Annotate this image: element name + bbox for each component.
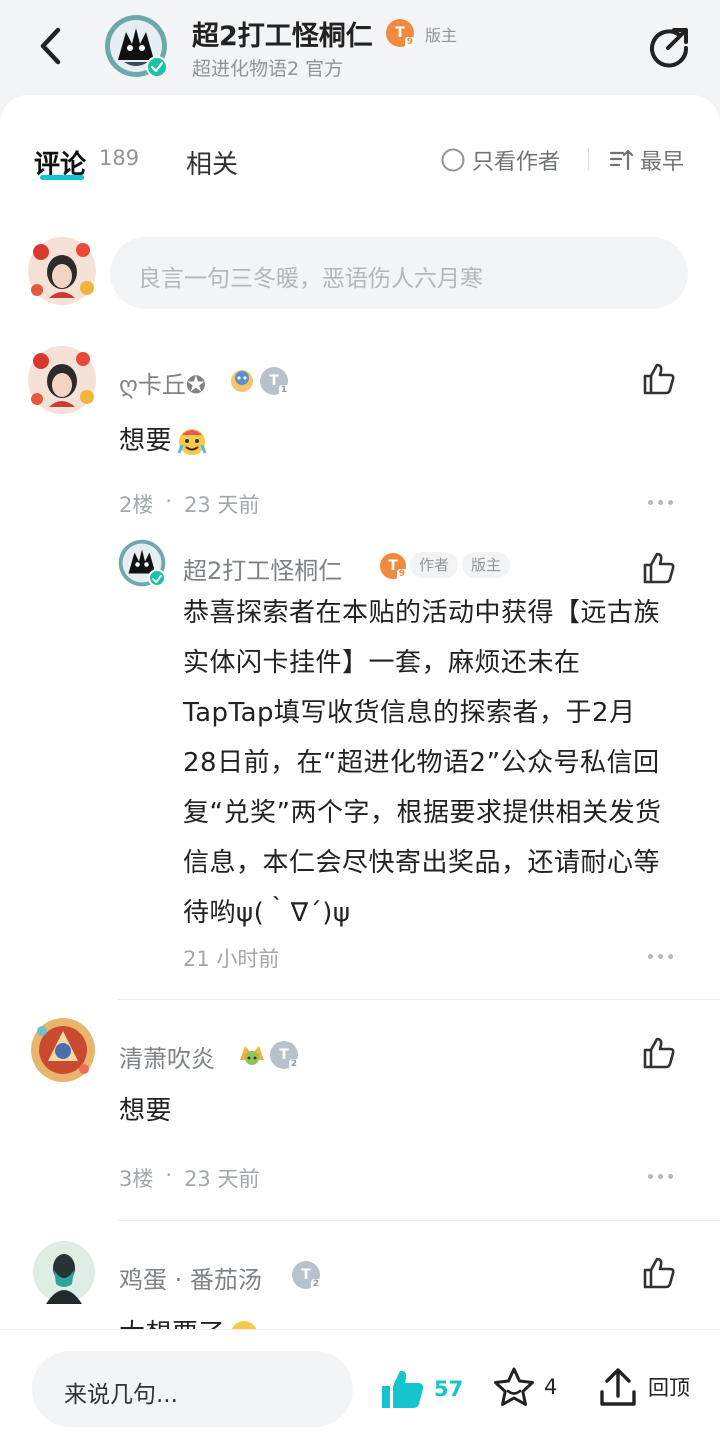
verified-badge-icon [148, 569, 166, 587]
commenter-avatar[interactable] [32, 1240, 96, 1304]
commenter-avatar[interactable] [27, 345, 97, 415]
level-badge-icon: T 2 [270, 1041, 299, 1070]
author-only-toggle[interactable]: 只看作者 [440, 144, 560, 176]
moderator-tag: 版主 [462, 552, 511, 578]
like-icon[interactable] [641, 1035, 677, 1071]
avatar-frame-badge-icon [228, 366, 256, 394]
commenter-name[interactable]: ღ卡丘✪ [119, 365, 206, 400]
like-count: 57 [434, 1377, 464, 1401]
moderator-label: 版主 [425, 26, 458, 45]
sort-button[interactable]: 最早 [608, 144, 684, 176]
sticker-emoji-icon [176, 425, 208, 457]
more-options-icon[interactable] [648, 954, 673, 959]
compose-placeholder: 良言一句三冬暖，恶语伤人六月寒 [138, 266, 483, 292]
level-badge-icon: T 9 [380, 553, 407, 580]
comment-time: 23 天前 [184, 1167, 260, 1191]
author-avatar[interactable] [104, 14, 168, 78]
my-avatar[interactable] [27, 236, 97, 306]
tab-related[interactable]: 相关 [186, 144, 238, 181]
favorite-count: 4 [544, 1375, 558, 1399]
reply-text-line: 复“兑奖”两个字，根据要求提供相关发货 [183, 798, 662, 828]
commenter-avatar[interactable] [30, 1017, 96, 1083]
floor-number: 3楼 [119, 1167, 154, 1191]
like-icon[interactable] [641, 361, 677, 397]
post-comments-screen: 超2打工怪桐仁 T 9 版主 超进化物语2 官方 评论 189 相关 只看作者 [0, 0, 720, 1444]
thumbs-up-filled-icon [380, 1368, 426, 1410]
meta-separator: · [165, 489, 173, 513]
share-icon[interactable] [646, 24, 692, 70]
tab-divider [588, 148, 589, 170]
commenter-name[interactable]: 清萧吹炎 [119, 1039, 215, 1074]
sort-icon [608, 147, 634, 173]
active-tab-indicator [40, 175, 84, 180]
level-badge-number: 2 [310, 1279, 321, 1290]
comment-divider [118, 1220, 720, 1221]
level-badge-icon: T 2 [292, 1261, 321, 1290]
back-to-top-label: 回顶 [648, 1376, 690, 1400]
star-outline-icon [492, 1366, 536, 1408]
reply-text-line: 待哟ψ(｀∇´)ψ [183, 898, 351, 928]
reply-text-line: 实体闪卡挂件】一套，麻烦还未在 [183, 648, 581, 678]
verified-badge-icon [146, 56, 168, 78]
floor-number: 2楼 [119, 493, 154, 517]
comments-count: 189 [99, 146, 140, 170]
comment-compose-input[interactable]: 良言一句三冬暖，恶语伤人六月寒 [110, 237, 688, 309]
back-to-top-button[interactable]: 回顶 [598, 1366, 690, 1408]
level-badge-number: 9 [404, 37, 415, 48]
comment-divider [118, 999, 720, 1000]
reply-input-placeholder: 来说几句... [64, 1382, 178, 1408]
comment-text-content: 想要 [119, 426, 173, 456]
comment-meta: 3楼 · 23 天前 [119, 1163, 259, 1193]
favorite-button[interactable]: 4 [492, 1366, 557, 1408]
more-options-icon[interactable] [648, 1174, 673, 1179]
reply-text-line: 28日前，在“超进化物语2”公众号私信回 [183, 748, 660, 778]
author-tag: 作者 [410, 552, 459, 578]
comment-meta: 2楼 · 23 天前 [119, 489, 259, 519]
like-icon[interactable] [641, 550, 677, 586]
reply-author-name[interactable]: 超2打工怪桐仁 [183, 551, 342, 586]
back-arrow-icon[interactable] [34, 26, 70, 66]
page-subtitle: 超进化物语2 官方 [192, 58, 344, 80]
author-only-label: 只看作者 [472, 150, 561, 175]
reply-text-line: 恭喜探索者在本贴的活动中获得【远古族 [183, 598, 661, 628]
more-options-icon[interactable] [648, 500, 673, 505]
sort-label: 最早 [640, 150, 685, 175]
level-badge-icon: T 9 [386, 19, 415, 48]
comments-card: 评论 189 相关 只看作者 最早 良言一句三冬暖，恶语伤人六月寒 ღ卡丘✪ T… [0, 95, 720, 1444]
comment-text: 想要 [119, 1096, 173, 1126]
avatar-frame-badge-icon [237, 1040, 267, 1068]
reply-text-line: TapTap填写收货信息的探索者，于2月 [183, 698, 636, 728]
level-badge-number: 1 [278, 385, 289, 396]
top-bar: 超2打工怪桐仁 T 9 版主 超进化物语2 官方 [0, 0, 720, 100]
like-icon[interactable] [641, 1255, 677, 1291]
upload-arrow-icon [598, 1366, 638, 1408]
commenter-name[interactable]: 鸡蛋 · 番茄汤 [119, 1260, 262, 1295]
like-post-button[interactable]: 57 [380, 1368, 463, 1410]
reply-input[interactable]: 来说几句... [32, 1351, 353, 1427]
reply-author-avatar[interactable] [118, 539, 166, 587]
page-title: 超2打工怪桐仁 [192, 21, 373, 52]
reply-time: 21 小时前 [183, 947, 280, 971]
comment-text: 想要 [119, 416, 208, 466]
meta-separator: · [165, 1163, 173, 1187]
comment-time: 23 天前 [184, 493, 260, 517]
level-badge-number: 9 [396, 569, 407, 580]
level-badge-icon: T 1 [260, 367, 289, 396]
reply-text-line: 信息，本仁会尽快寄出奖品，还请耐心等 [183, 848, 661, 878]
bottom-action-bar: 来说几句... 57 4 回顶 [0, 1329, 720, 1444]
reply-text: 恭喜探索者在本贴的活动中获得【远古族 实体闪卡挂件】一套，麻烦还未在 TapTa… [183, 588, 693, 938]
level-badge-letter: T [395, 25, 405, 41]
level-badge-number: 2 [288, 1059, 299, 1070]
radio-circle-icon [440, 147, 466, 173]
